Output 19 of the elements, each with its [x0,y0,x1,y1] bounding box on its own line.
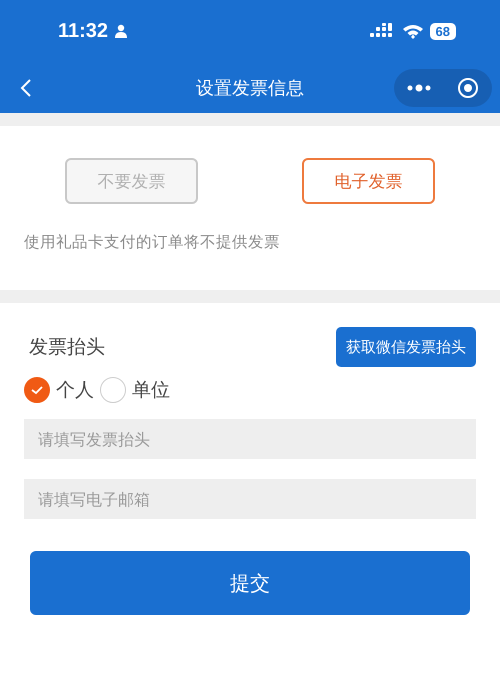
check-icon [30,385,44,395]
wechat-title-button[interactable]: 获取微信发票抬头 [336,327,476,367]
notice-text: 使用礼品卡支付的订单将不提供发票 [24,232,281,253]
person-icon [114,24,128,38]
radio-button[interactable] [100,377,126,403]
status-time: 11:32 [58,20,108,42]
page-title: 设置发票信息 [196,76,304,100]
back-icon[interactable] [20,78,32,98]
battery-indicator: 68 [430,22,456,40]
input-field[interactable]: 请填写电子邮箱 [24,479,476,519]
wifi-icon [402,23,424,39]
radio-label[interactable]: 个人 [56,377,94,403]
section-label: 发票抬头 [29,335,105,360]
invoice-type-button[interactable]: 电子发票 [302,158,435,204]
radio-button[interactable] [24,377,50,403]
submit-button[interactable]: 提交 [30,551,470,615]
radio-label[interactable]: 单位 [132,377,170,403]
input-field[interactable]: 请填写发票抬头 [24,419,476,459]
more-icon[interactable] [407,84,431,92]
